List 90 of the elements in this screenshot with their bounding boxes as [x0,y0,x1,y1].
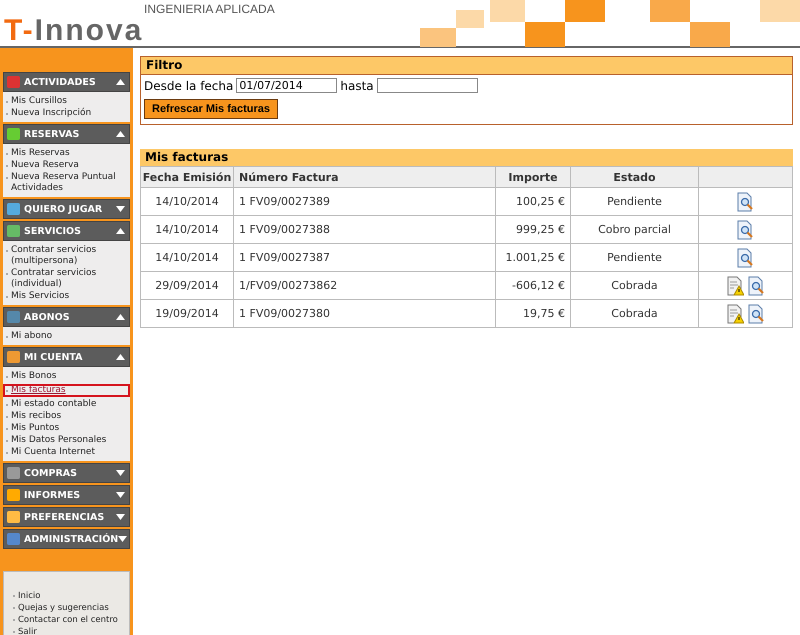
document-magnifier-icon[interactable] [748,276,764,296]
collapse-arrow-icon [116,314,125,320]
collapse-arrow-icon [116,228,125,234]
table-cell: Pendiente [570,188,698,216]
sidebar-link[interactable]: Mis Puntos [11,423,60,434]
section-header[interactable]: ADMINISTRACIÓN [3,529,130,549]
table-cell: Cobro parcial [570,216,698,244]
section-icon [7,128,20,140]
section-icon [7,203,20,215]
field-label: hasta [340,78,374,92]
sidebar-link[interactable]: Mis Datos Personales [11,435,106,446]
table-cell: 29/09/2014 [140,272,234,300]
table-cell: -606,12 € [496,272,570,300]
table-cell: 1 FV09/0027387 [234,244,496,272]
table-cell: 1.001,25 € [496,244,570,272]
sidebar-link[interactable]: Contratar servicios (individual) [11,268,128,290]
column-header: Fecha Emisión [140,166,234,188]
table-cell: 100,25 € [496,188,570,216]
table-cell: 1 FV09/0027380 [234,300,496,328]
section-header[interactable]: ABONOS [3,307,130,327]
section-icon [7,76,20,88]
expand-arrow-icon [116,492,125,498]
section-icon [7,311,20,323]
sidebar-link[interactable]: Nueva Reserva [11,160,79,171]
sidebar-link[interactable]: Mi Cuenta Internet [11,447,95,458]
table-cell: 1 FV09/0027388 [234,216,496,244]
table-cell: 14/10/2014 [140,244,234,272]
section-header[interactable]: SERVICIOS [3,221,130,241]
expand-arrow-icon [118,536,128,542]
table-cell: Cobrada [570,272,698,300]
section-icon [7,225,20,237]
refresh-button[interactable]: Refrescar Mis facturas [144,99,278,119]
date-from-field[interactable]: 01/07/2014 [236,78,338,93]
logo: T-Innova [4,15,144,46]
table-cell: Cobrada [570,300,698,328]
quick-link[interactable]: Quejas y sugerencias [18,602,109,614]
collapse-arrow-icon [116,131,125,137]
table-cell: 19/09/2014 [140,300,234,328]
table-cell: 14/10/2014 [140,216,234,244]
section-icon [7,533,20,545]
sidebar-link[interactable]: Mi estado contable [11,399,96,410]
section-header[interactable]: ACTIVIDADES [3,72,130,92]
document-warning-icon[interactable] [726,304,744,324]
collapse-arrow-icon [116,79,125,85]
panel-title: Filtro [141,57,792,75]
table-cell: Pendiente [570,244,698,272]
table-cell: 1 FV09/0027389 [234,188,496,216]
section-header[interactable]: QUIERO JUGAR [3,199,130,219]
table-cell: 19,75 € [496,300,570,328]
section-header[interactable]: RESERVAS [3,124,130,144]
table-cell: 14/10/2014 [140,188,234,216]
quick-link[interactable]: Salir [18,626,37,635]
section-header[interactable]: MI CUENTA [3,347,130,367]
section-header[interactable]: COMPRAS [3,463,130,483]
date-to-field[interactable] [376,78,478,93]
expand-arrow-icon [116,470,125,476]
document-magnifier-icon[interactable] [737,248,754,268]
sidebar-link[interactable]: Mis Cursillos [11,96,67,107]
sidebar-link[interactable]: Nueva Reserva Puntual Actividades [11,172,128,194]
document-magnifier-icon[interactable] [748,304,764,324]
decorative-squares-icon [420,0,800,47]
column-header: Número Factura [234,166,496,188]
column-header: Estado [570,166,698,188]
section-header[interactable]: PREFERENCIAS [3,507,130,527]
collapse-arrow-icon [116,354,125,360]
sidebar-link[interactable]: Mis Servicios [11,291,70,302]
expand-arrow-icon [116,206,125,212]
section-icon [7,351,20,363]
sidebar-link[interactable]: Nueva Inscripción [11,108,92,119]
column-header: Importe [496,166,570,188]
logo-tagline: INGENIERIA APLICADA [144,3,275,15]
document-warning-icon[interactable] [726,276,744,296]
section-header[interactable]: INFORMES [3,485,130,505]
table-cell: 999,25 € [496,216,570,244]
sidebar-link[interactable]: Mi abono [11,331,52,342]
sidebar-link[interactable]: Mis Bonos [11,371,56,382]
quick-link[interactable]: Contactar con el centro [18,614,118,626]
sidebar-link[interactable]: Contratar servicios (multipersona) [11,245,128,267]
section-icon [7,467,20,479]
field-label: Desde la fecha [144,78,234,92]
table-cell: 1/FV09/00273862 [234,272,496,300]
expand-arrow-icon [116,514,125,520]
document-magnifier-icon[interactable] [737,192,754,212]
document-magnifier-icon[interactable] [737,220,754,240]
sidebar-link[interactable]: Mis recibos [11,411,62,422]
panel-title: Mis facturas [140,149,793,166]
quick-link[interactable]: Inicio [18,590,40,602]
section-icon [7,511,20,523]
sidebar-link[interactable]: Mis Reservas [11,148,70,159]
section-icon [7,489,20,501]
